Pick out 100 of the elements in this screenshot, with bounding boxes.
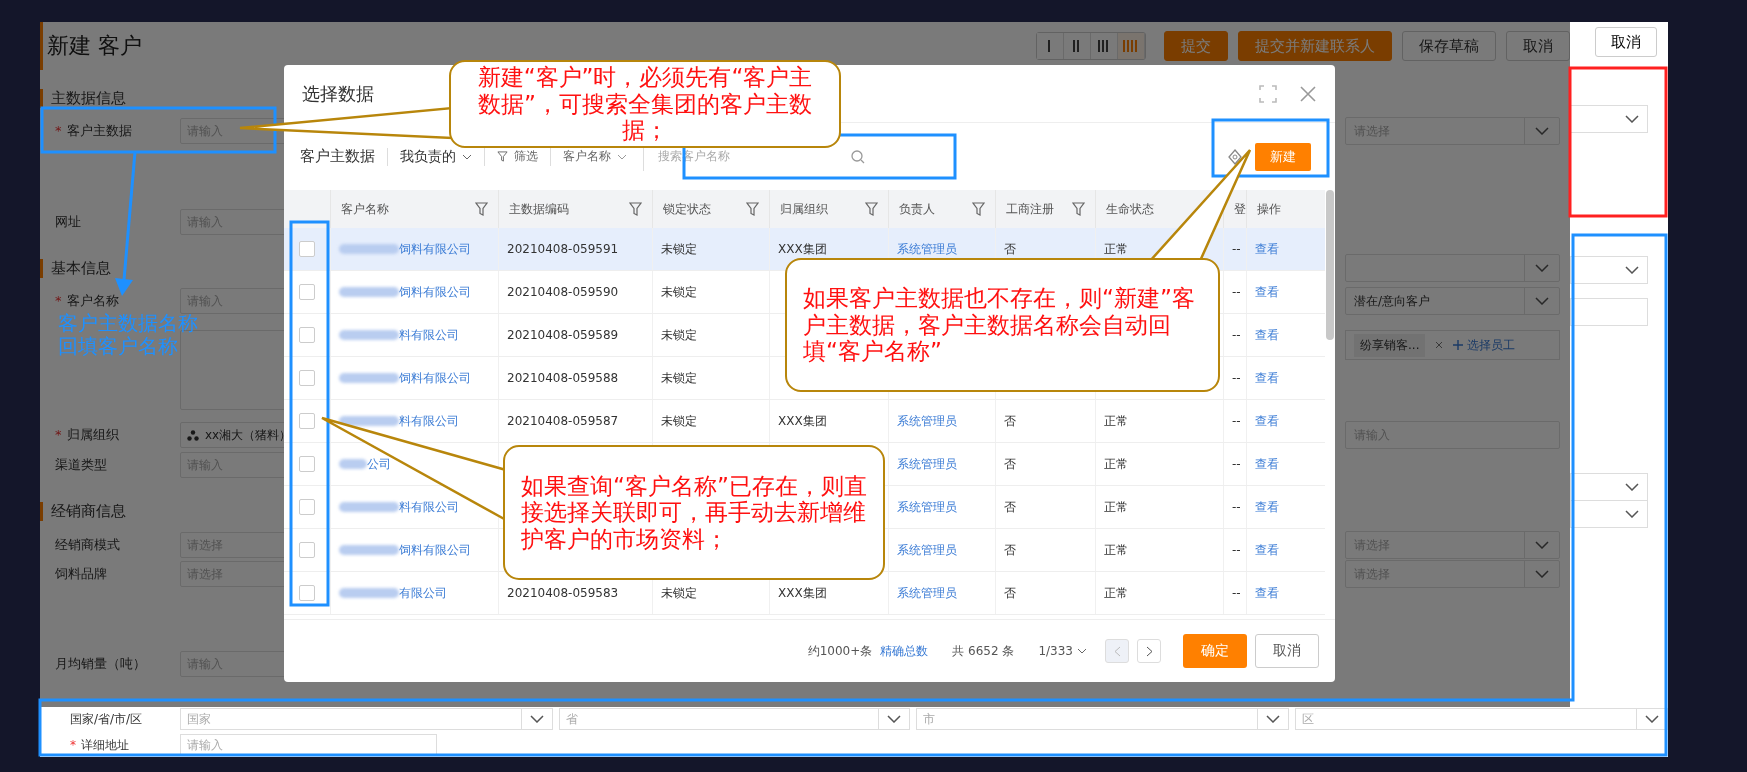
select-field[interactable]: 区: [1295, 708, 1668, 730]
blurred-text: [339, 244, 399, 254]
row-checkbox[interactable]: [299, 327, 315, 343]
table-link[interactable]: 查看: [1255, 498, 1279, 516]
table-link[interactable]: 饲料有限公司: [399, 283, 471, 301]
table-cell: 20210408-059588: [507, 371, 619, 385]
row-checkbox[interactable]: [299, 456, 315, 472]
filter-icon[interactable]: [865, 202, 878, 216]
fullscreen-icon[interactable]: [1259, 84, 1277, 103]
table-link[interactable]: 查看: [1255, 541, 1279, 559]
table-link[interactable]: 公司: [367, 455, 391, 473]
columns-icon: [1097, 40, 1111, 52]
chevron-down-icon: [1625, 483, 1639, 491]
select-field[interactable]: 市: [916, 708, 1290, 730]
owner-dropdown[interactable]: 我负责的: [400, 147, 472, 166]
total-count: 共 6652 条: [952, 642, 1015, 660]
table-link[interactable]: 查看: [1255, 240, 1279, 258]
scrollbar[interactable]: [1326, 190, 1334, 340]
table-cell: 20210408-059587: [507, 414, 619, 428]
approx-count: 约1000+条: [807, 642, 873, 660]
cancel-button[interactable]: 取消: [1255, 634, 1319, 668]
chevron-down-icon: [1535, 127, 1549, 135]
table-link[interactable]: 查看: [1255, 584, 1279, 602]
field-label: 经销商模式: [54, 536, 121, 554]
blurred-text: [339, 545, 399, 555]
table-cell: XXX集团: [778, 584, 827, 602]
column-header: 生命状态: [1106, 200, 1154, 218]
select-field[interactable]: 省: [558, 708, 911, 730]
chevron-down-icon: [1625, 266, 1639, 274]
table-link[interactable]: 查看: [1255, 412, 1279, 430]
row-checkbox[interactable]: [299, 585, 315, 601]
plus-icon: [1453, 340, 1464, 350]
table-link[interactable]: 料有限公司: [399, 412, 459, 430]
field-label: * 客户主数据: [54, 122, 133, 140]
table-link[interactable]: 系统管理员: [897, 541, 957, 559]
select-field[interactable]: [1570, 256, 1648, 284]
table-cell: 否: [1004, 498, 1016, 516]
row-checkbox[interactable]: [299, 370, 315, 386]
close-icon[interactable]: [1299, 84, 1317, 103]
action-button[interactable]: 取消: [1506, 31, 1570, 61]
table-link[interactable]: 系统管理员: [897, 240, 957, 258]
table-link[interactable]: 料有限公司: [399, 498, 459, 516]
table-cell: --: [1232, 543, 1241, 557]
input-field[interactable]: 请输入: [180, 734, 437, 756]
field-dropdown[interactable]: 客户名称: [563, 148, 627, 165]
filter-icon[interactable]: [475, 202, 488, 216]
row-checkbox[interactable]: [299, 413, 315, 429]
table-link[interactable]: 查看: [1255, 326, 1279, 344]
select-field[interactable]: 潜在/意向客户: [1345, 287, 1560, 315]
confirm-button[interactable]: 确定: [1183, 634, 1247, 668]
field-label: 网址: [54, 213, 82, 231]
table-cell: 正常: [1104, 498, 1128, 516]
filter-icon[interactable]: [629, 202, 642, 216]
exact-count-link[interactable]: 精确总数: [880, 642, 929, 660]
table-link[interactable]: 查看: [1255, 369, 1279, 387]
blurred-text: [339, 459, 367, 469]
filter-button[interactable]: 筛选: [497, 148, 538, 165]
settings-icon[interactable]: [1227, 148, 1243, 165]
select-field[interactable]: [1570, 500, 1648, 528]
employee-tag: 纷享销客...: [1354, 333, 1426, 357]
table-link[interactable]: 查看: [1255, 455, 1279, 473]
column-header: 归属组织: [780, 200, 828, 218]
row-checkbox[interactable]: [299, 499, 315, 515]
chevron-left-icon: [1113, 645, 1121, 657]
table-link[interactable]: 有限公司: [399, 584, 447, 602]
table-link[interactable]: 系统管理员: [897, 584, 957, 602]
page-dropdown[interactable]: 1/333: [1038, 644, 1087, 658]
filter-icon[interactable]: [972, 202, 985, 216]
remove-icon[interactable]: [1435, 341, 1444, 349]
input-field[interactable]: [1570, 298, 1648, 326]
row-checkbox[interactable]: [299, 542, 315, 558]
select-field[interactable]: [1570, 473, 1648, 501]
table-link[interactable]: 料有限公司: [399, 326, 459, 344]
table-link[interactable]: 饲料有限公司: [399, 541, 471, 559]
select-field[interactable]: [1345, 254, 1560, 282]
field-label: 国家/省/市/区: [69, 710, 144, 728]
row-checkbox[interactable]: [299, 241, 315, 257]
table-link[interactable]: 系统管理员: [897, 498, 957, 516]
columns-toggle-button[interactable]: [1118, 33, 1145, 59]
new-button[interactable]: 新建: [1255, 142, 1311, 171]
columns-toggle-button[interactable]: [1037, 33, 1064, 59]
add-employee-link[interactable]: 选择员工: [1453, 336, 1516, 354]
filter-icon[interactable]: [1072, 202, 1085, 216]
row-checkbox[interactable]: [299, 284, 315, 300]
blurred-text: [339, 416, 399, 426]
next-page-button[interactable]: [1137, 639, 1161, 663]
table-link[interactable]: 饲料有限公司: [399, 240, 471, 258]
cancel-button[interactable]: 取消: [1595, 27, 1657, 57]
field-label: 月均销量（吨）: [54, 655, 147, 673]
table-link[interactable]: 饲料有限公司: [399, 369, 471, 387]
chevron-down-icon: [1535, 541, 1549, 549]
select-field[interactable]: 国家: [180, 708, 553, 730]
chevron-down-icon: [1535, 570, 1549, 578]
select-field[interactable]: [1570, 105, 1648, 133]
table-link[interactable]: 查看: [1255, 283, 1279, 301]
filter-icon[interactable]: [746, 202, 759, 216]
table-link[interactable]: 系统管理员: [897, 455, 957, 473]
table-link[interactable]: 系统管理员: [897, 412, 957, 430]
action-button[interactable]: 保存草稿: [1402, 31, 1496, 61]
blurred-text: [339, 588, 399, 598]
